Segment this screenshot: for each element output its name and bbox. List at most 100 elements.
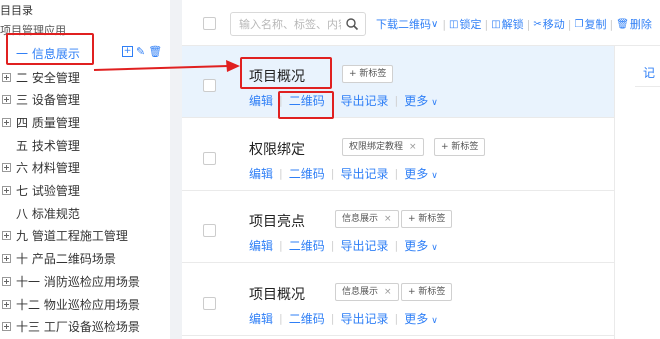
tag-label: 信息展示 — [342, 286, 379, 297]
sidebar-item-label: 五 技术管理 — [16, 138, 80, 153]
expand-icon[interactable] — [2, 299, 11, 309]
export-records-link[interactable]: 导出记录 — [340, 92, 388, 109]
item-title[interactable]: 权限绑定 — [249, 139, 305, 159]
more-label: 更多 — [404, 311, 429, 326]
move-label: 移动 — [542, 18, 565, 31]
sidebar-item[interactable]: 五 技术管理 — [2, 135, 80, 155]
sidebar-item-label: 十三 工厂设备巡检场景 — [16, 320, 140, 335]
sidebar-item-label: 十一 消防巡检应用场景 — [16, 274, 140, 289]
sidebar-item[interactable]: 七 试验管理 — [2, 181, 80, 201]
qrcode-link[interactable]: 二维码 — [289, 165, 325, 182]
sidebar-item[interactable]: 三 设备管理 — [2, 90, 80, 110]
sidebar-item[interactable]: 十三 工厂设备巡检场景 — [2, 317, 140, 337]
export-records-link[interactable]: 导出记录 — [340, 165, 388, 182]
move-button[interactable]: ✂ 移动 — [533, 16, 564, 32]
divider: | — [279, 311, 283, 325]
sidebar-item[interactable]: 六 材料管理 — [2, 158, 80, 178]
download-qr-button[interactable]: 下载二维码 ∨ — [376, 16, 439, 32]
sidebar-item[interactable]: 四 质量管理 — [2, 112, 80, 132]
edit-link[interactable]: 编辑 — [249, 92, 273, 109]
expand-icon[interactable] — [2, 186, 11, 195]
unlock-button[interactable]: ◫ 解锁 — [491, 16, 523, 32]
divider: | — [279, 239, 283, 252]
more-menu[interactable]: 更多 ∨ — [404, 92, 438, 109]
expand-icon[interactable] — [2, 163, 11, 173]
list-item[interactable]: 项目概况 信息展示 × + 新标签 编辑 | 二维码 | 导出记录 | 更多 ∨ — [182, 263, 614, 336]
trash-icon[interactable]: 🗑 — [148, 46, 162, 57]
sidebar-item[interactable]: 十二 物业巡检应用场景 — [2, 294, 140, 314]
tab-records[interactable]: 记 — [643, 64, 655, 81]
sidebar-item[interactable]: 十一 消防巡检应用场景 — [2, 271, 140, 291]
unlock-label: 解锁 — [501, 18, 524, 31]
chevron-down-icon: ∨ — [431, 315, 438, 326]
qrcode-link[interactable]: 二维码 — [289, 310, 325, 327]
sidebar-item-label: 十 产品二维码场景 — [16, 252, 116, 267]
more-label: 更多 — [404, 94, 429, 108]
expand-icon[interactable] — [2, 72, 11, 82]
item-title[interactable]: 项目概况 — [249, 284, 305, 304]
search-icon[interactable] — [345, 17, 359, 31]
search-input[interactable] — [231, 13, 341, 35]
more-menu[interactable]: 更多 ∨ — [404, 310, 438, 327]
more-label: 更多 — [404, 239, 429, 253]
edit-link[interactable]: 编辑 — [249, 237, 273, 254]
more-menu[interactable]: 更多 ∨ — [404, 165, 438, 182]
tab-divider — [635, 86, 660, 87]
add-tag-button[interactable]: + 新标签 — [401, 282, 453, 301]
expand-icon[interactable] — [2, 95, 11, 105]
expand-icon[interactable] — [2, 254, 11, 264]
sidebar-item[interactable]: 二 安全管理 — [2, 67, 80, 87]
list-item[interactable]: 权限绑定 权限绑定教程 × + 新标签 编辑 | 二维码 | 导出记录 | 更多 ∨ — [182, 118, 614, 191]
divider: | — [330, 166, 335, 180]
sidebar-item[interactable]: 十 产品二维码场景 — [2, 249, 116, 269]
row-checkbox[interactable] — [203, 79, 216, 92]
select-all-checkbox[interactable] — [203, 17, 216, 30]
lock-icon: ◫ — [449, 18, 459, 30]
delete-button[interactable]: 🗑 删除 — [616, 16, 652, 32]
annotation-box-qrcode — [278, 91, 334, 119]
tag-chip: 权限绑定教程 × — [342, 137, 424, 156]
annotation-box-sidebar — [6, 33, 94, 65]
expand-icon[interactable] — [2, 322, 11, 332]
close-icon[interactable]: × — [384, 214, 392, 224]
close-icon[interactable]: × — [384, 287, 392, 297]
export-records-link[interactable]: 导出记录 — [340, 237, 388, 254]
add-tag-button[interactable]: + 新标签 — [342, 65, 394, 83]
annotation-box-title — [240, 57, 332, 89]
unlock-icon: ◫ — [491, 18, 501, 30]
add-tag-button[interactable]: + 新标签 — [401, 210, 453, 228]
edit-link[interactable]: 编辑 — [249, 165, 273, 182]
qrcode-link[interactable]: 二维码 — [289, 237, 325, 254]
add-child-icon[interactable]: + — [122, 46, 133, 57]
sidebar-item-label: 八 标准规范 — [16, 206, 80, 221]
export-records-link[interactable]: 导出记录 — [340, 310, 388, 327]
close-icon[interactable]: × — [409, 142, 417, 152]
divider: | — [442, 17, 447, 31]
more-menu[interactable]: 更多 ∨ — [404, 237, 438, 254]
row-checkbox[interactable] — [203, 151, 216, 165]
add-tag-button[interactable]: + 新标签 — [434, 137, 486, 156]
sidebar-title: 目目录 — [0, 4, 33, 17]
expand-icon[interactable] — [2, 276, 11, 286]
search-box — [230, 12, 366, 36]
item-title[interactable]: 项目亮点 — [249, 211, 305, 231]
sidebar-item[interactable]: 八 标准规范 — [2, 203, 80, 223]
row-actions: + ✎ 🗑 — [122, 46, 162, 57]
divider: | — [330, 239, 335, 252]
divider: | — [394, 239, 399, 252]
sidebar-item-label: 六 材料管理 — [16, 161, 80, 176]
tag-label: 信息展示 — [342, 214, 379, 224]
copy-button[interactable]: ❐ 复制 — [575, 16, 607, 32]
list-item[interactable]: 项目亮点 信息展示 × + 新标签编辑 | 二维码 | 导出记录 | 更多 ∨ — [182, 191, 614, 263]
expand-icon[interactable] — [2, 117, 11, 127]
detail-pane: 记 — [614, 46, 660, 339]
sidebar-item[interactable]: 九 管道工程施工管理 — [2, 226, 128, 246]
row-checkbox[interactable] — [203, 224, 216, 237]
item-actions: 编辑 | 二维码 | 导出记录 | 更多 ∨ — [249, 237, 438, 254]
more-label: 更多 — [404, 166, 429, 181]
row-checkbox[interactable] — [203, 296, 216, 310]
expand-icon[interactable] — [2, 231, 11, 241]
edit-link[interactable]: 编辑 — [249, 310, 273, 327]
lock-button[interactable]: ◫ 锁定 — [449, 16, 481, 32]
edit-icon[interactable]: ✎ — [136, 46, 145, 57]
